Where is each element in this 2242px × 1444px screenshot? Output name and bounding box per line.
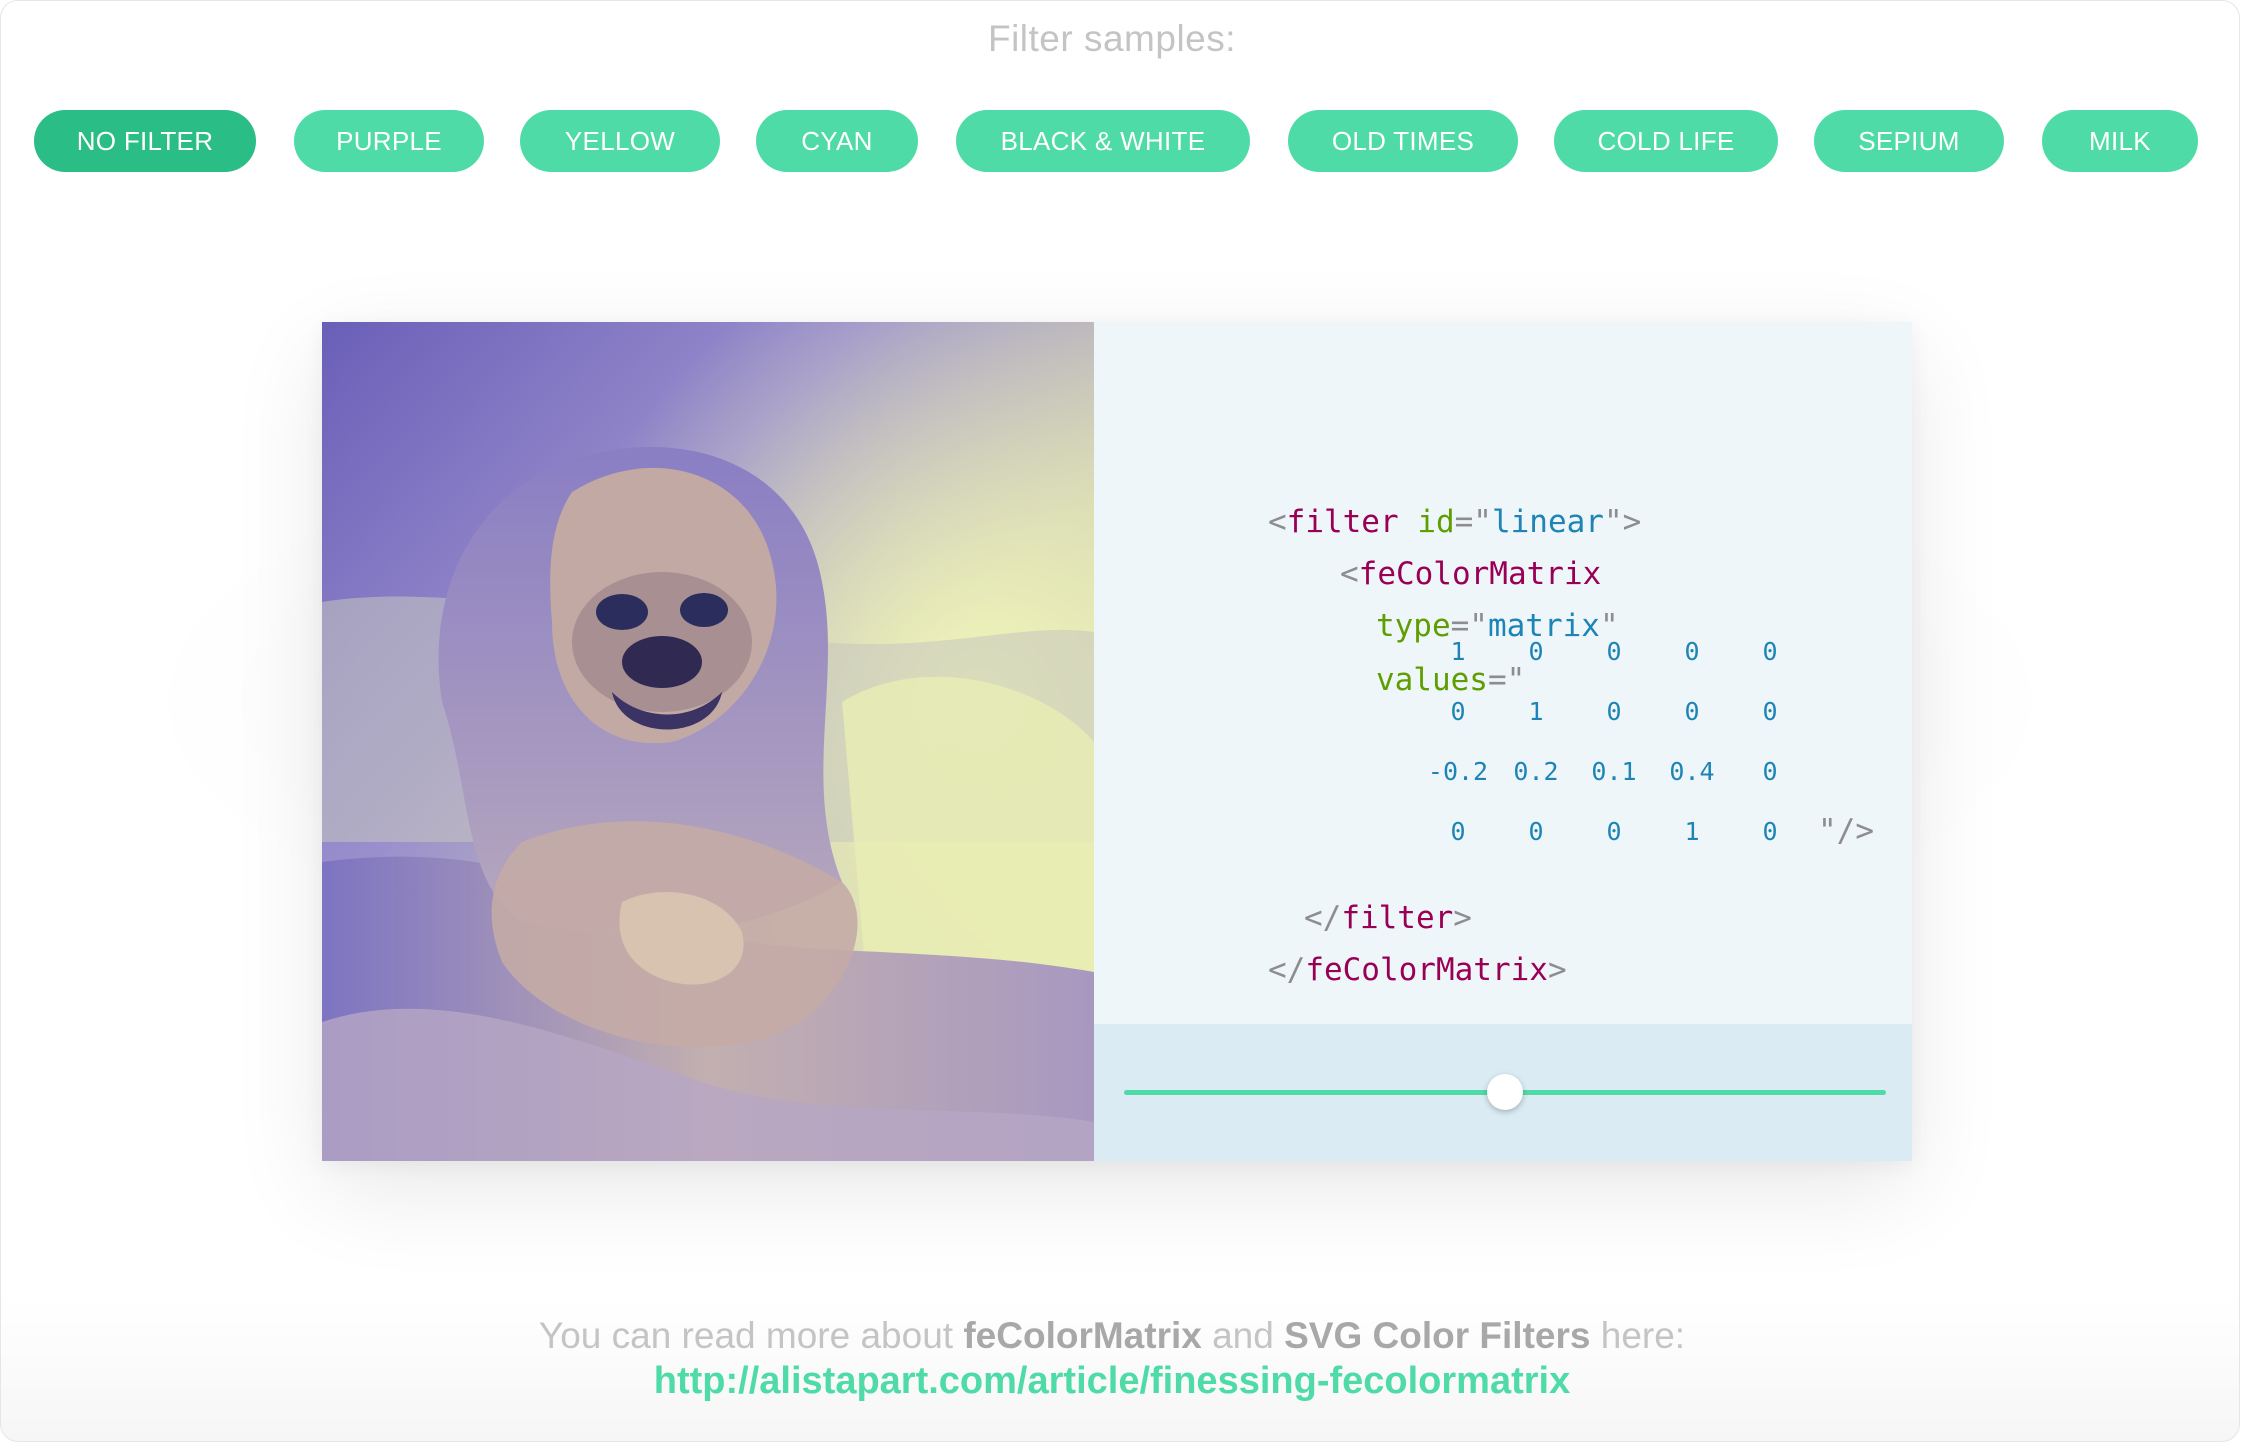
filter-demo-card: <filter id="linear"> <feColorMatrix type… xyxy=(322,322,1912,1161)
code-panel: <filter id="linear"> <feColorMatrix type… xyxy=(1094,322,1912,1024)
filter-button-sepium[interactable]: SEPIUM xyxy=(1814,110,2004,172)
filter-button-yellow[interactable]: YELLOW xyxy=(520,110,720,172)
filter-button-bar: NO FILTER PURPLE YELLOW CYAN BLACK & WHI… xyxy=(34,110,2199,172)
intensity-slider-thumb[interactable] xyxy=(1487,1074,1523,1110)
filter-button-cold-life[interactable]: COLD LIFE xyxy=(1554,110,1778,172)
matrix-cell: 0 xyxy=(1528,637,1544,666)
code-self-close: "/> xyxy=(1818,813,1874,849)
filter-button-cyan[interactable]: CYAN xyxy=(756,110,918,172)
matrix-cell: 0 xyxy=(1762,817,1778,846)
filter-button-no-filter[interactable]: NO FILTER xyxy=(34,110,256,172)
matrix-cell: 1 xyxy=(1450,637,1466,666)
intensity-slider-track[interactable] xyxy=(1124,1074,1886,1110)
filter-button-black-white[interactable]: BLACK & WHITE xyxy=(956,110,1250,172)
matrix-cell: 1 xyxy=(1684,817,1700,846)
article-link[interactable]: http://alistapart.com/article/finessing-… xyxy=(0,1360,2224,1403)
matrix-cell: 0 xyxy=(1684,637,1700,666)
matrix-cell: 0.1 xyxy=(1591,757,1637,786)
matrix-cell: 0.2 xyxy=(1513,757,1559,786)
filter-samples-heading: Filter samples: xyxy=(987,18,1237,59)
matrix-cell: 0 xyxy=(1684,697,1700,726)
footer-term-fecolormatrix: feColorMatrix xyxy=(963,1315,1202,1356)
matrix-cell: 1 xyxy=(1528,697,1544,726)
matrix-cell: 0 xyxy=(1606,637,1622,666)
matrix-cell: -0.2 xyxy=(1427,757,1489,786)
matrix-cell: 0 xyxy=(1606,697,1622,726)
matrix-cell: 0 xyxy=(1606,817,1622,846)
filter-button-purple[interactable]: PURPLE xyxy=(294,110,484,172)
matrix-cell: 0 xyxy=(1762,697,1778,726)
matrix-cell: 0.4 xyxy=(1669,757,1715,786)
matrix-cell: 0 xyxy=(1450,697,1466,726)
pug-in-blanket-photo xyxy=(322,322,1094,1161)
matrix-cell: 0 xyxy=(1528,817,1544,846)
footer-term-svg-color-filters: SVG Color Filters xyxy=(1284,1315,1591,1356)
matrix-cell: 0 xyxy=(1762,757,1778,786)
matrix-cell: 0 xyxy=(1762,637,1778,666)
filter-button-old-times[interactable]: OLD TIMES xyxy=(1288,110,1518,172)
footer-note: You can read more about feColorMatrix an… xyxy=(538,1315,1686,1356)
filter-button-milk[interactable]: MILK xyxy=(2042,110,2198,172)
pug-photo xyxy=(322,322,1094,1161)
matrix-cell: 0 xyxy=(1450,817,1466,846)
code-line-matrix-close: </feColorMatrix> xyxy=(1267,952,1567,988)
